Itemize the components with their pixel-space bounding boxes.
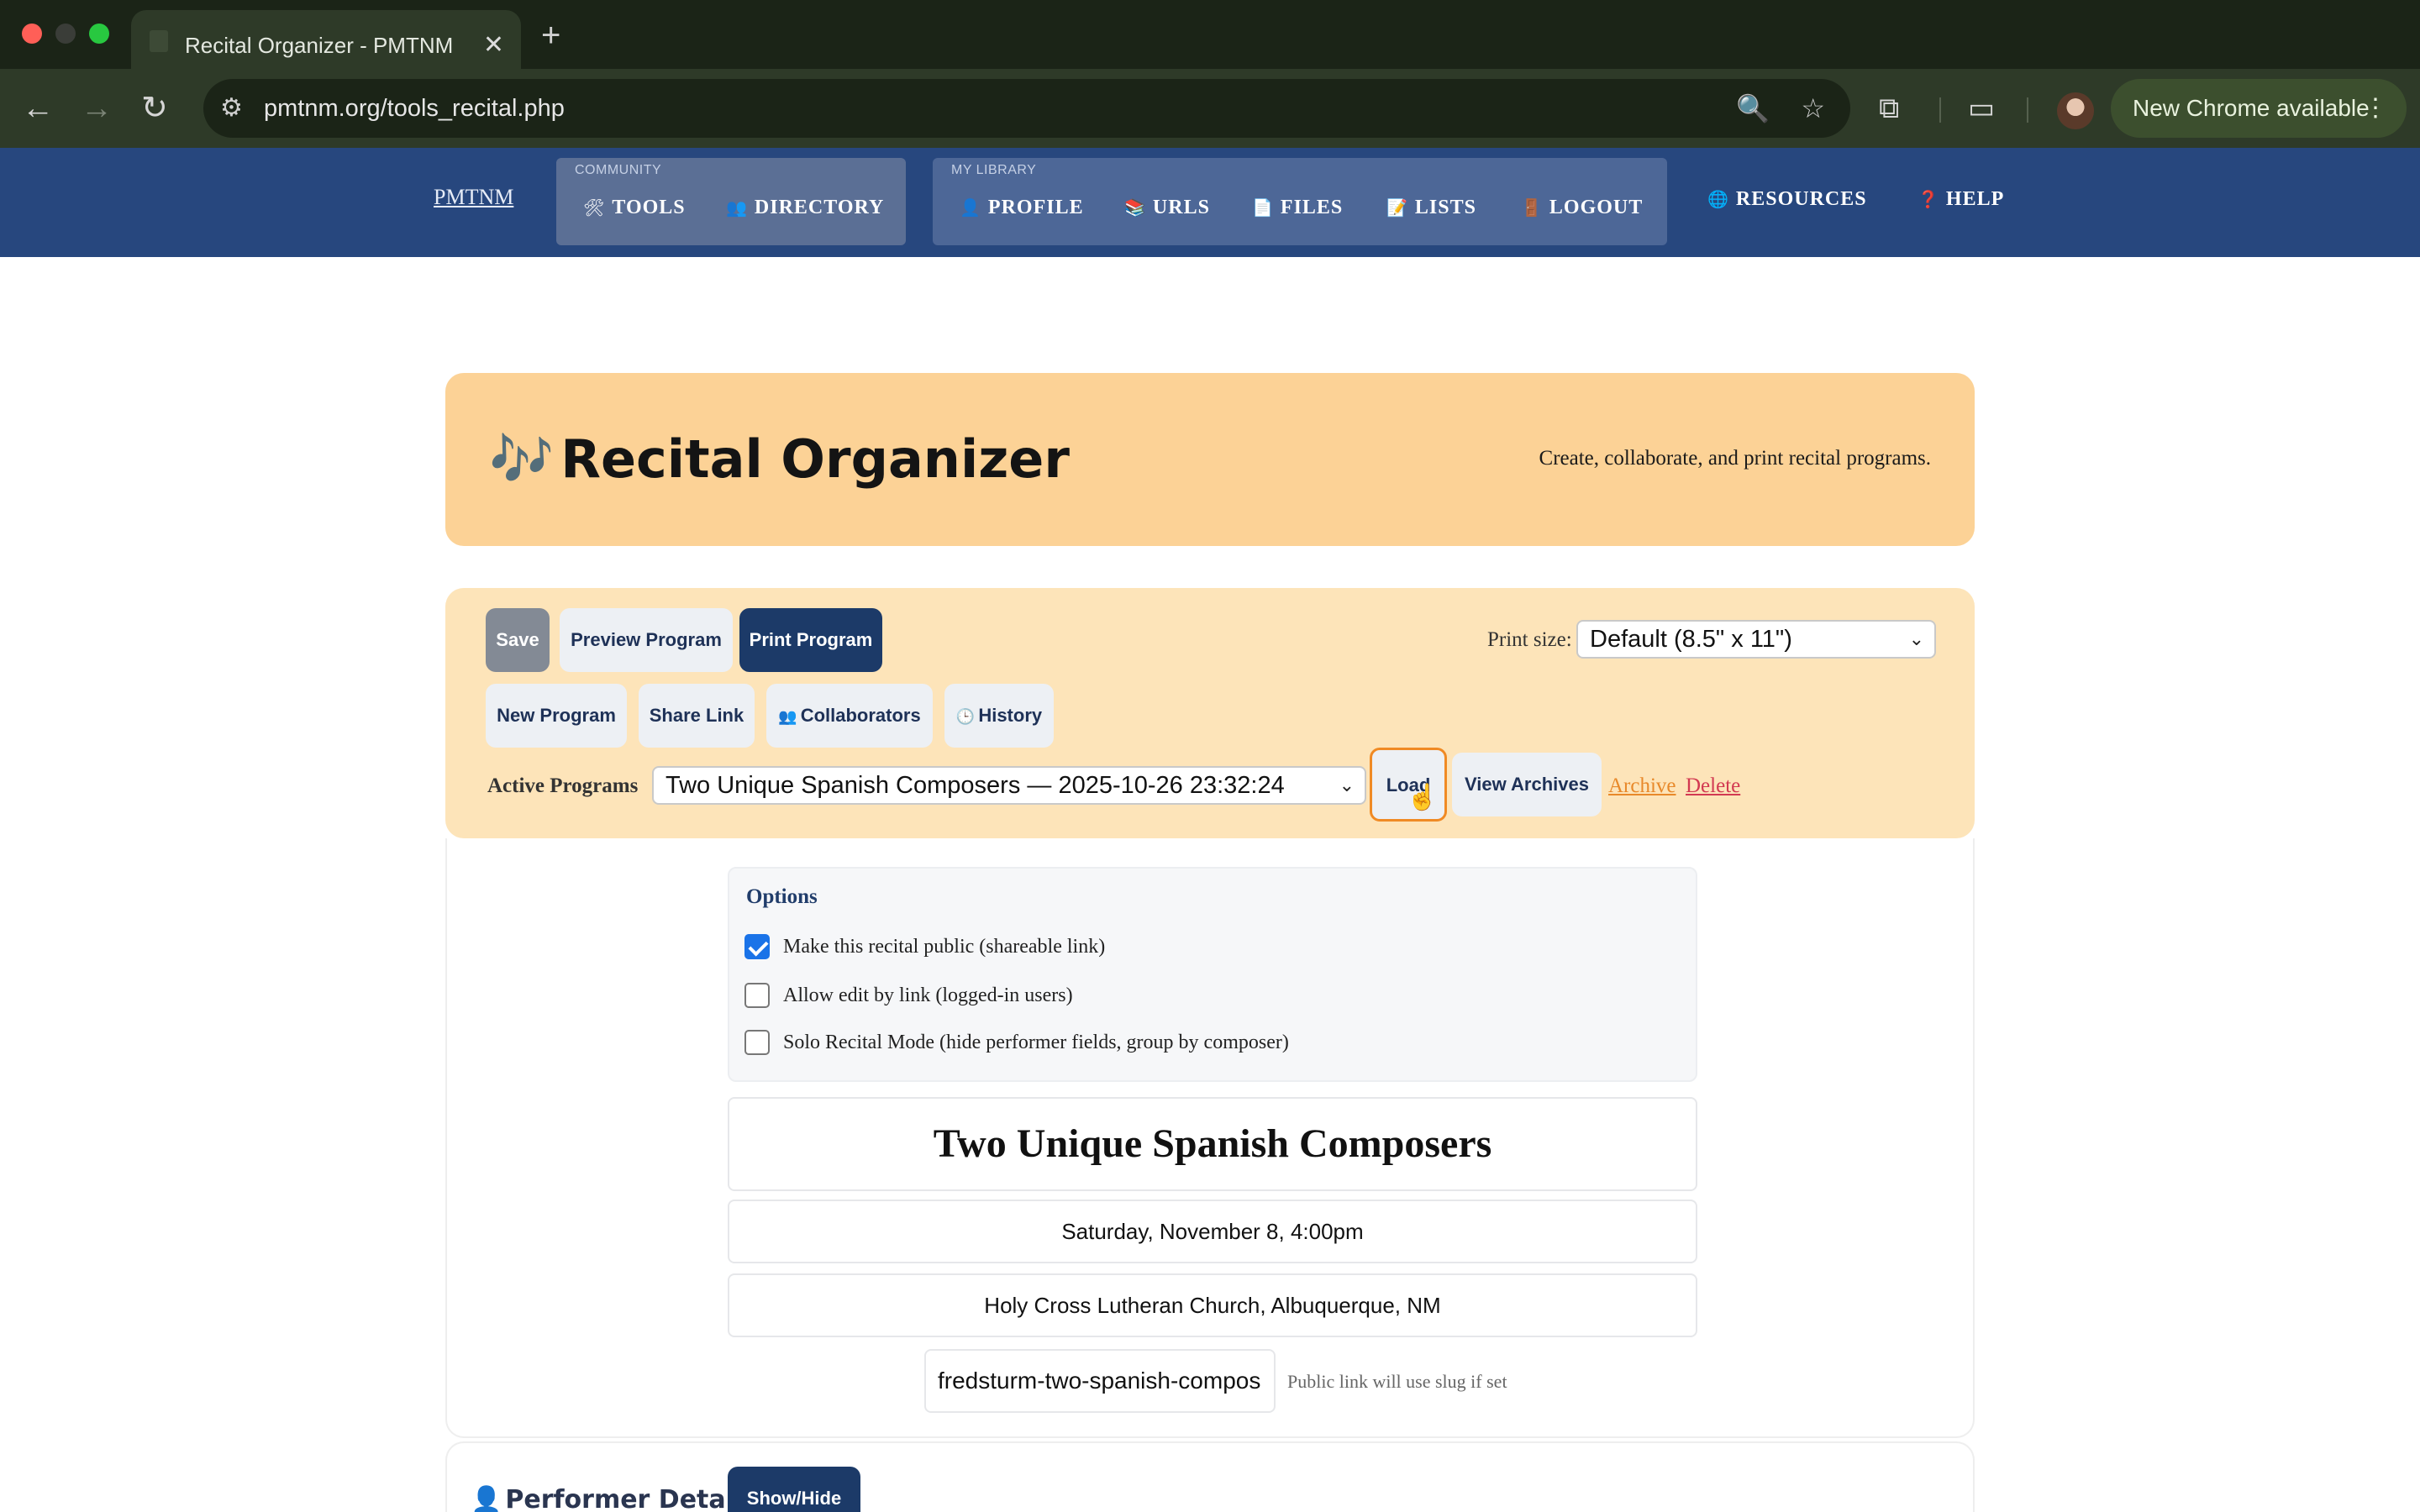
slug-hint: Public link will use slug if set bbox=[1287, 1371, 1507, 1392]
extensions-icon[interactable]: ⧉ bbox=[1879, 87, 1899, 129]
bookmark-star-icon[interactable]: ☆ bbox=[1801, 89, 1825, 128]
menu-dots-icon[interactable]: ⋮ bbox=[2363, 89, 2388, 128]
print-program-button[interactable]: Print Program bbox=[739, 608, 882, 672]
file-icon: 📄 bbox=[1252, 197, 1274, 218]
nav-group-label: COMMUNITY bbox=[575, 163, 662, 177]
globe-icon: 🌐 bbox=[1707, 189, 1729, 209]
address-bar[interactable]: ⚙ pmtnm.org/tools_recital.php 🔍 ☆ bbox=[203, 79, 1850, 138]
slug-input[interactable]: fredsturm-two-spanish-compos bbox=[924, 1349, 1276, 1413]
active-programs-select[interactable]: Two Unique Spanish Composers — 2025-10-2… bbox=[652, 766, 1366, 805]
cast-icon[interactable]: ▭ bbox=[1968, 87, 1995, 129]
new-tab-button[interactable]: + bbox=[541, 15, 560, 55]
chevron-down-icon: ⌄ bbox=[1339, 774, 1355, 795]
page-tagline: Create, collaborate, and print recital p… bbox=[1539, 447, 1931, 470]
tools-icon: 🛠 bbox=[583, 197, 606, 218]
show-hide-button[interactable]: Show/Hide bbox=[728, 1467, 860, 1512]
page-title: 🎶 Recital Organizer bbox=[489, 428, 1070, 490]
delete-link[interactable]: Delete bbox=[1686, 774, 1740, 798]
window-close-button[interactable] bbox=[22, 24, 42, 44]
print-size-select[interactable]: Default (8.5" x 11") ⌄ bbox=[1576, 620, 1936, 659]
controls-panel: Save Preview Program Print Program New P… bbox=[445, 588, 1975, 838]
options-title: Options bbox=[746, 885, 818, 908]
options-box: Options Make this recital public (sharea… bbox=[728, 867, 1697, 1082]
tab-close-icon[interactable]: ✕ bbox=[483, 22, 504, 69]
books-icon: 📚 bbox=[1124, 197, 1146, 218]
nav-item-logout[interactable]: 🚪 LOGOUT bbox=[1521, 197, 1643, 219]
people-icon: 👥 bbox=[726, 197, 748, 218]
performer-details-heading: 👤 Performer Details bbox=[471, 1485, 758, 1512]
nav-item-lists[interactable]: 📝 LISTS bbox=[1386, 197, 1476, 219]
chrome-update-button[interactable]: New Chrome available ⋮ bbox=[2111, 79, 2407, 138]
music-notes-icon: 🎶 bbox=[489, 428, 555, 490]
reload-icon[interactable]: ↻ bbox=[141, 87, 168, 129]
window-minimize-button[interactable] bbox=[55, 24, 76, 44]
tab-title: Recital Organizer - PMTNM bbox=[185, 33, 454, 58]
chevron-down-icon: ⌄ bbox=[1908, 628, 1924, 649]
hand-cursor-icon: ☝ bbox=[1407, 784, 1439, 811]
profile-avatar[interactable] bbox=[2057, 92, 2094, 129]
share-link-button[interactable]: Share Link bbox=[639, 684, 755, 748]
nav-item-files[interactable]: 📄 FILES bbox=[1252, 197, 1343, 219]
program-card: Options Make this recital public (sharea… bbox=[445, 838, 1975, 1438]
back-icon[interactable]: ← bbox=[22, 87, 54, 129]
active-programs-label: Active Programs bbox=[487, 774, 639, 797]
title-banner: 🎶 Recital Organizer Create, collaborate, … bbox=[445, 373, 1975, 546]
question-icon: ❓ bbox=[1918, 189, 1939, 209]
nav-item-directory[interactable]: 👥 DIRECTORY bbox=[726, 197, 884, 219]
tab-favicon-icon bbox=[150, 30, 168, 52]
nav-item-profile[interactable]: 👤 PROFILE bbox=[960, 197, 1084, 219]
program-title-input[interactable]: Two Unique Spanish Composers bbox=[728, 1097, 1697, 1191]
program-date-input[interactable]: Saturday, November 8, 4:00pm bbox=[728, 1200, 1697, 1263]
save-button[interactable]: Save bbox=[486, 608, 550, 672]
solo-mode-checkbox[interactable] bbox=[744, 1030, 770, 1055]
window-zoom-button[interactable] bbox=[89, 24, 109, 44]
history-button[interactable]: 🕒 History bbox=[944, 684, 1054, 748]
nav-group-community: COMMUNITY 🛠 TOOLS 👥 DIRECTORY bbox=[556, 158, 906, 245]
browser-tab[interactable]: Recital Organizer - PMTNM ✕ bbox=[131, 10, 521, 69]
site-info-icon[interactable]: ⚙ bbox=[220, 89, 243, 128]
archive-link[interactable]: Archive bbox=[1608, 774, 1676, 798]
allow-edit-checkbox[interactable] bbox=[744, 983, 770, 1008]
option-label: Solo Recital Mode (hide performer fields… bbox=[783, 1032, 1289, 1053]
collaborators-button[interactable]: 👥 Collaborators bbox=[766, 684, 933, 748]
nav-item-urls[interactable]: 📚 URLS bbox=[1124, 197, 1210, 219]
nav-item-resources[interactable]: 🌐 RESOURCES bbox=[1707, 188, 1867, 211]
user-icon: 👤 bbox=[471, 1485, 502, 1512]
toolbar-divider bbox=[1939, 97, 1941, 123]
nav-item-tools[interactable]: 🛠 TOOLS bbox=[583, 197, 686, 219]
door-icon: 🚪 bbox=[1521, 197, 1543, 218]
performer-section: 👤 Performer Details Show/Hide bbox=[445, 1441, 1975, 1512]
program-venue-input[interactable]: Holy Cross Lutheran Church, Albuquerque,… bbox=[728, 1273, 1697, 1337]
user-icon: 👤 bbox=[960, 197, 981, 218]
print-size-label: Print size: bbox=[1487, 628, 1572, 651]
browser-tab-strip: Recital Organizer - PMTNM ✕ + bbox=[0, 0, 2420, 69]
memo-icon: 📝 bbox=[1386, 197, 1408, 218]
nav-item-help[interactable]: ❓ HELP bbox=[1918, 188, 2004, 211]
option-label: Allow edit by link (logged-in users) bbox=[783, 984, 1073, 1006]
site-header: PMTNM COMMUNITY 🛠 TOOLS 👥 DIRECTORY MY LIB… bbox=[0, 148, 2420, 257]
clock-icon: 🕒 bbox=[955, 708, 976, 726]
url-text[interactable]: pmtnm.org/tools_recital.php bbox=[264, 89, 565, 128]
nav-group-label: MY LIBRARY bbox=[951, 163, 1037, 177]
nav-group-library: MY LIBRARY 👤 PROFILE 📚 URLS 📄 FILES 📝 LISTS … bbox=[933, 158, 1667, 245]
update-label: New Chrome available bbox=[2133, 95, 2370, 121]
preview-program-button[interactable]: Preview Program bbox=[560, 608, 733, 672]
site-logo[interactable]: PMTNM bbox=[434, 185, 513, 210]
view-archives-button[interactable]: View Archives bbox=[1452, 753, 1602, 816]
toolbar-divider bbox=[2027, 97, 2028, 123]
browser-toolbar: ← → ↻ ⚙ pmtnm.org/tools_recital.php 🔍 ☆ … bbox=[0, 69, 2420, 148]
option-label: Make this recital public (shareable link… bbox=[783, 936, 1106, 958]
zoom-icon[interactable]: 🔍 bbox=[1736, 89, 1770, 128]
forward-icon[interactable]: → bbox=[81, 87, 113, 129]
people-icon: 👥 bbox=[778, 708, 797, 726]
public-checkbox[interactable] bbox=[744, 934, 770, 959]
new-program-button[interactable]: New Program bbox=[486, 684, 627, 748]
